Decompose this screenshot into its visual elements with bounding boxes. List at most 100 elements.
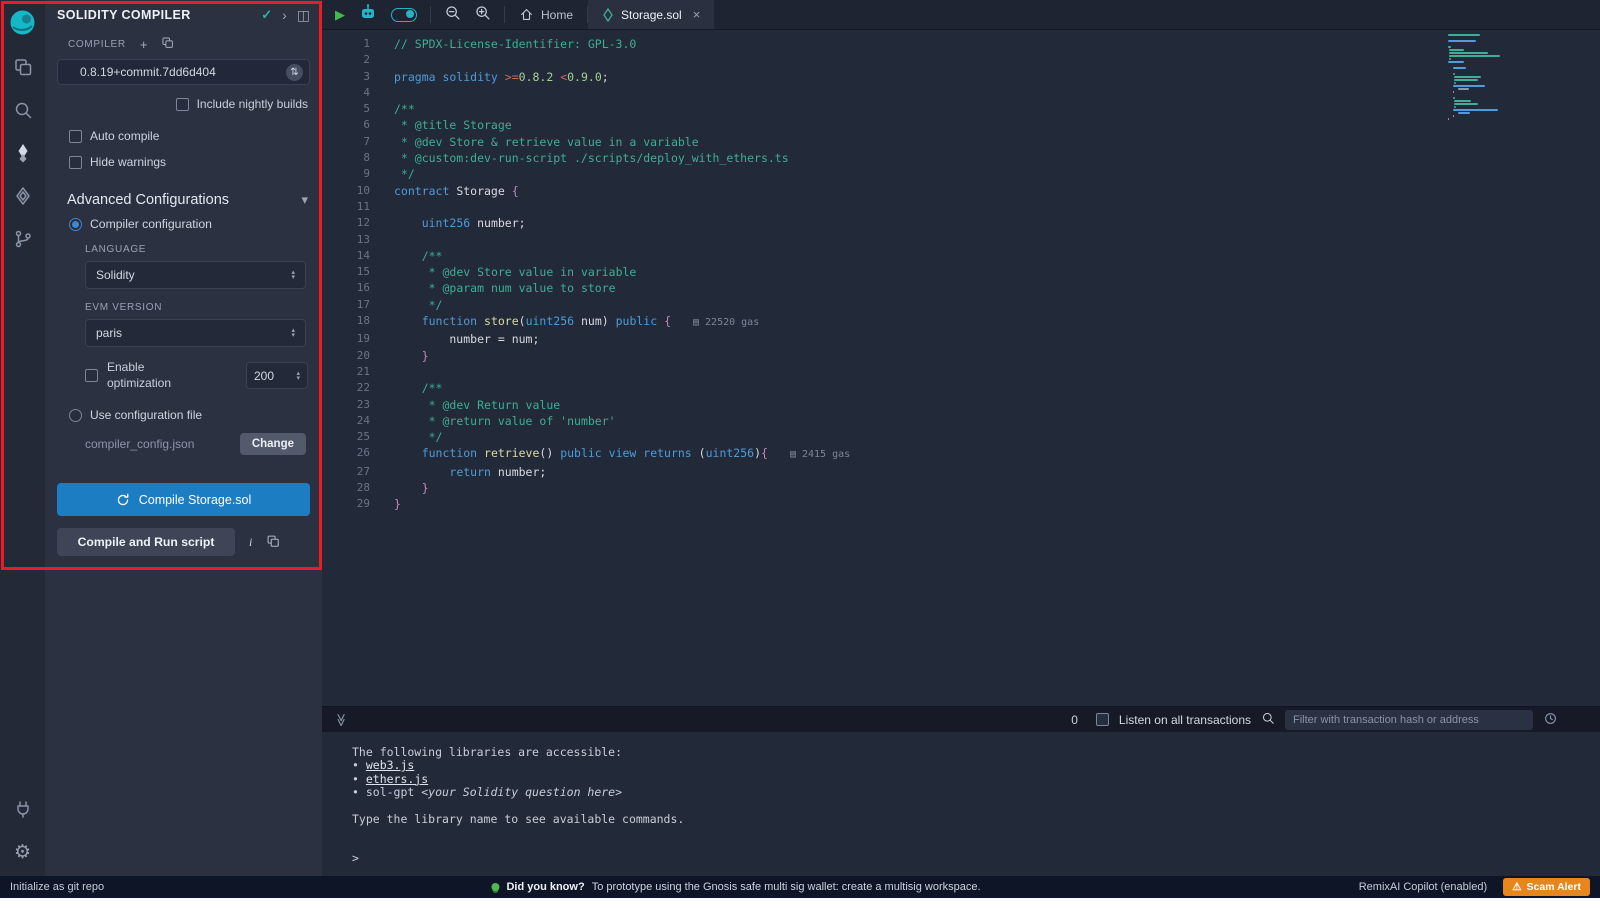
- terminal-line: Type the library name to see available c…: [352, 813, 1600, 826]
- enable-optimization-checkbox[interactable]: [85, 369, 98, 382]
- zoom-in-icon[interactable]: [474, 4, 491, 26]
- terminal-toolbar: ≫ 0 Listen on all transactions: [322, 706, 1600, 732]
- code-line: 1// SPDX-License-Identifier: GPL-3.0: [322, 36, 1600, 52]
- copilot-status[interactable]: RemixAI Copilot (enabled): [1359, 881, 1487, 893]
- gear-icon: ⚙: [14, 843, 31, 862]
- minimap-line: [1453, 73, 1456, 75]
- code-line: 19 number = num;: [322, 331, 1600, 347]
- pending-transactions-icon[interactable]: [1543, 711, 1558, 729]
- minimap-line: [1449, 52, 1488, 54]
- chevron-right-icon[interactable]: ›: [282, 7, 287, 23]
- settings-gear-icon[interactable]: ⚙: [11, 840, 35, 864]
- compiler-version-select[interactable]: 0.8.19+commit.7dd6d404 ⇅: [57, 59, 310, 85]
- compiler-configuration-label: Compiler configuration: [90, 217, 212, 231]
- pin-panel-icon[interactable]: ◫: [297, 7, 310, 24]
- auto-compile-checkbox[interactable]: [69, 130, 82, 143]
- scam-alert-badge[interactable]: ⚠ Scam Alert: [1503, 878, 1590, 896]
- did-you-know-tip: Did you know? To prototype using the Gno…: [491, 881, 980, 893]
- plugin-manager-icon[interactable]: [11, 797, 35, 821]
- minimap-line: [1449, 49, 1463, 51]
- tab-home[interactable]: Home: [505, 0, 587, 29]
- warning-icon: ⚠: [1512, 881, 1521, 893]
- auto-compile-label: Auto compile: [90, 129, 159, 143]
- copy-version-icon[interactable]: [161, 36, 174, 52]
- add-compiler-icon[interactable]: +: [140, 37, 148, 52]
- deploy-run-icon[interactable]: [11, 184, 35, 208]
- minimap[interactable]: [1448, 34, 1518, 121]
- language-select[interactable]: Solidity ▴▾: [85, 261, 306, 289]
- code-line: 27 return number;: [322, 464, 1600, 480]
- tab-storage-label: Storage.sol: [621, 8, 682, 22]
- select-carets-icon: ▴▾: [291, 270, 295, 280]
- git-icon[interactable]: [11, 227, 35, 251]
- chevron-down-icon: ▾: [301, 192, 308, 208]
- code-lines: 1// SPDX-License-Identifier: GPL-3.023pr…: [322, 36, 1600, 513]
- solidity-file-icon: [602, 8, 614, 22]
- include-nightly-label: Include nightly builds: [197, 97, 308, 111]
- code-line: 14 /**: [322, 248, 1600, 264]
- compile-and-run-button[interactable]: Compile and Run script: [57, 528, 235, 556]
- minimap-line: [1454, 103, 1478, 105]
- code-line: 23 * @dev Return value: [322, 397, 1600, 413]
- ai-assistant-icon[interactable]: [358, 3, 378, 26]
- terminal-line: • web3.js: [352, 759, 1600, 772]
- code-line: 3pragma solidity >=0.8.2 <0.9.0;: [322, 69, 1600, 85]
- compile-run-row: Compile and Run script i: [57, 528, 310, 556]
- code-line: 16 * @param num value to store: [322, 280, 1600, 296]
- toggle-knob-icon: [406, 10, 414, 18]
- code-line: 29}: [322, 496, 1600, 512]
- tab-storage-sol[interactable]: Storage.sol ×: [588, 0, 714, 29]
- copilot-toggle[interactable]: [391, 8, 417, 22]
- minimap-line: [1454, 82, 1456, 84]
- use-configuration-file-radio[interactable]: [69, 409, 82, 422]
- optimization-runs-value: 200: [254, 369, 296, 383]
- advanced-configurations-header[interactable]: Advanced Configurations ▾: [67, 192, 308, 208]
- stepper-carets-icon[interactable]: ▴▾: [296, 371, 300, 381]
- optimization-row: Enable optimization 200 ▴▾: [85, 360, 308, 391]
- listen-transactions-label: Listen on all transactions: [1119, 713, 1251, 727]
- code-line: 5/**: [322, 101, 1600, 117]
- language-value: Solidity: [96, 268, 291, 282]
- code-line: 22 /**: [322, 380, 1600, 396]
- main-area: ▶: [322, 0, 1600, 876]
- code-line: 21: [322, 364, 1600, 380]
- solidity-compiler-icon[interactable]: [11, 141, 35, 165]
- search-icon[interactable]: [11, 98, 35, 122]
- terminal-prompt[interactable]: >: [352, 852, 1600, 865]
- hide-warnings-checkbox[interactable]: [69, 156, 82, 169]
- change-config-button[interactable]: Change: [240, 433, 306, 455]
- scam-alert-label: Scam Alert: [1527, 881, 1581, 893]
- expand-terminal-icon[interactable]: ≫: [333, 713, 349, 727]
- editor-tabbar: ▶: [322, 0, 1600, 30]
- transaction-filter-input[interactable]: [1285, 710, 1533, 730]
- terminal-line: The following libraries are accessible:: [352, 746, 1600, 759]
- copy-icon[interactable]: [266, 534, 280, 551]
- listen-transactions-checkbox[interactable]: [1096, 713, 1109, 726]
- terminal[interactable]: The following libraries are accessible:•…: [322, 732, 1600, 876]
- compile-button-label: Compile Storage.sol: [139, 493, 252, 507]
- optimization-runs-input[interactable]: 200 ▴▾: [246, 362, 308, 389]
- code-line: 9 */: [322, 166, 1600, 182]
- terminal-search-icon[interactable]: [1261, 711, 1275, 728]
- evm-version-label: EVM VERSION: [85, 302, 322, 313]
- minimap-line: [1453, 109, 1498, 111]
- include-nightly-checkbox[interactable]: [176, 98, 189, 111]
- minimap-line: [1448, 61, 1464, 63]
- code-editor[interactable]: 1// SPDX-License-Identifier: GPL-3.023pr…: [322, 30, 1600, 706]
- terminal-link[interactable]: ethers.js: [366, 772, 428, 786]
- close-tab-icon[interactable]: ×: [693, 7, 701, 22]
- zoom-out-icon[interactable]: [444, 4, 461, 26]
- code-line: 7 * @dev Store & retrieve value in a var…: [322, 134, 1600, 150]
- use-configuration-file-row: Use configuration file: [69, 408, 322, 422]
- compiler-configuration-radio[interactable]: [69, 218, 82, 231]
- code-line: 2: [322, 52, 1600, 68]
- minimap-line: [1449, 55, 1499, 57]
- terminal-link[interactable]: web3.js: [366, 758, 414, 772]
- remix-logo[interactable]: [9, 9, 36, 36]
- evm-version-select[interactable]: paris ▴▾: [85, 319, 306, 347]
- run-script-icon[interactable]: ▶: [335, 7, 345, 23]
- info-icon[interactable]: i: [249, 535, 252, 550]
- git-init-button[interactable]: Initialize as git repo: [0, 881, 104, 893]
- file-explorer-icon[interactable]: [11, 55, 35, 79]
- compile-button[interactable]: Compile Storage.sol: [57, 483, 310, 516]
